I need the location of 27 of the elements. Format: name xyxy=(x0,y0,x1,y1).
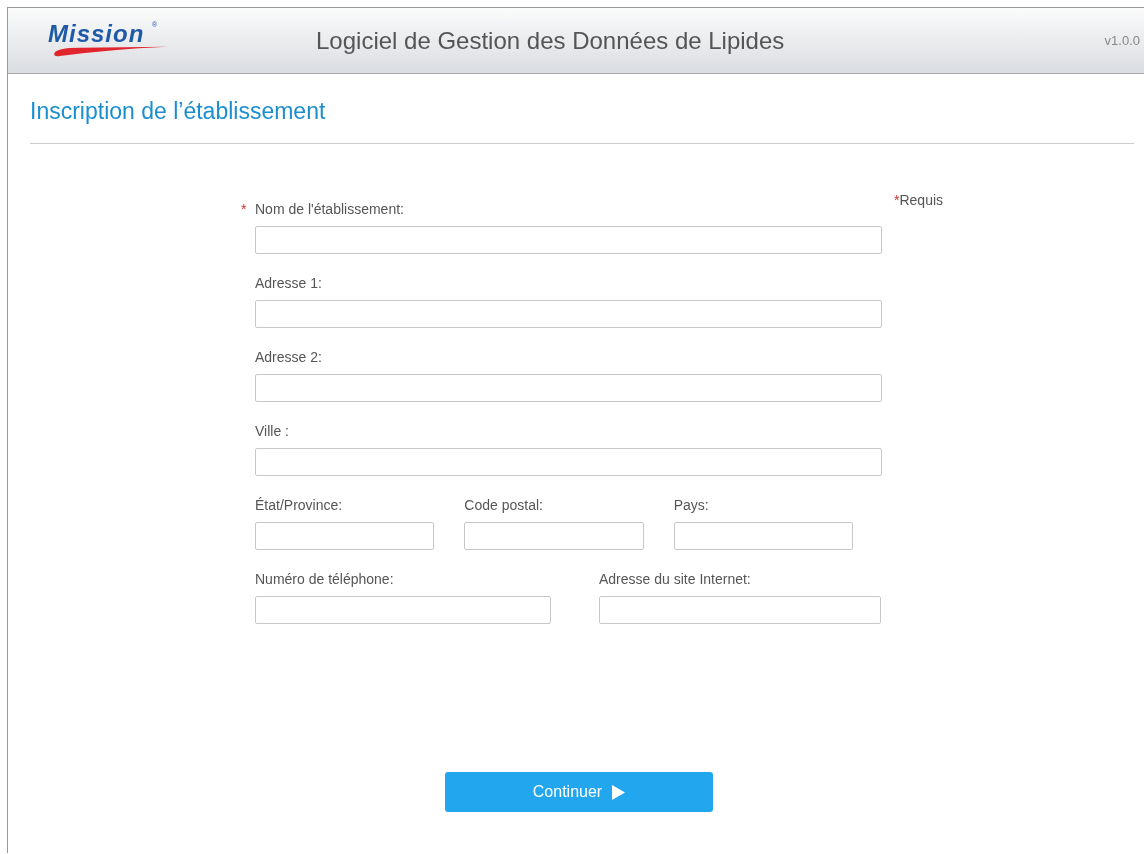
field-label: État/Province: xyxy=(255,497,343,513)
page-title: Inscription de l’établissement xyxy=(30,98,1134,144)
field-label: Ville : xyxy=(255,423,289,439)
input-field[interactable] xyxy=(464,522,644,550)
field-label: Numéro de téléphone: xyxy=(255,571,394,587)
required-mark: * xyxy=(241,200,247,218)
field-label: Adresse 2: xyxy=(255,349,322,365)
input-field[interactable] xyxy=(599,596,881,624)
field-label: Adresse 1: xyxy=(255,275,322,291)
input-field[interactable] xyxy=(255,522,435,550)
input-field[interactable] xyxy=(255,226,882,254)
input-field[interactable] xyxy=(255,374,882,402)
input-field[interactable] xyxy=(255,448,882,476)
logo: Mission $^{®}$ xyxy=(48,20,176,61)
field-label: Pays: xyxy=(673,497,709,513)
required-note: Requis xyxy=(899,192,944,208)
input-field[interactable] xyxy=(673,522,853,550)
input-field[interactable] xyxy=(255,300,882,328)
continue-button[interactable]: Continuer xyxy=(445,772,713,812)
field-label: Adresse du site Internet: xyxy=(599,571,751,587)
version-label: v1.0.0 xyxy=(1104,33,1140,48)
input-field[interactable] xyxy=(255,596,551,624)
required-mark: * xyxy=(894,192,900,208)
field-label: Code postal: xyxy=(464,497,543,513)
field-label: Nom de l'établissement: xyxy=(255,201,404,217)
play-icon xyxy=(612,784,626,800)
app-title: Logiciel de Gestion des Données de Lipides xyxy=(316,26,785,55)
